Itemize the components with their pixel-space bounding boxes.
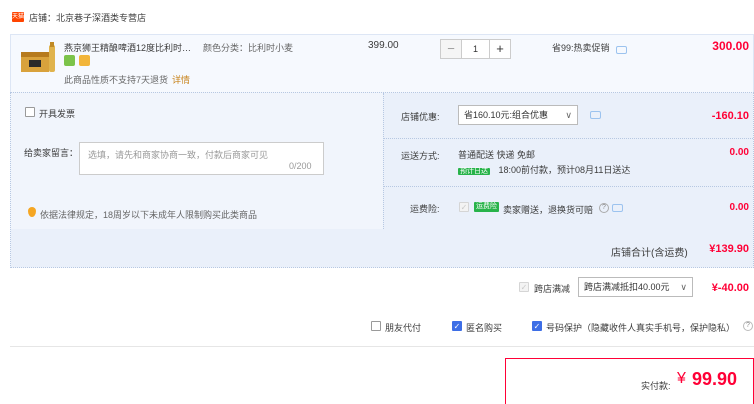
friend-pay-checkbox[interactable]	[371, 321, 381, 331]
invoice-label: 开具发票	[39, 109, 76, 119]
eta-text: 18:00前付款，预计08月11日送达	[498, 165, 631, 175]
quantity-input[interactable]: 1	[462, 40, 489, 58]
freight-insurance-fee: 0.00	[729, 202, 749, 213]
payment-label: 实付款:	[641, 381, 671, 391]
store-total-label: 店铺合计(含运费)	[611, 248, 688, 259]
payment-amount: 99.90	[692, 369, 738, 389]
divider	[383, 138, 753, 139]
freight-insurance-tag: 运费险	[474, 202, 499, 212]
divider	[383, 186, 753, 187]
chat-icon[interactable]	[590, 111, 601, 119]
age-warning: 依据法律规定，18周岁以下未成年人限制购买此类商品	[40, 210, 258, 220]
shipping-fee: 0.00	[729, 147, 749, 158]
friend-pay-label: 朋友代付	[385, 323, 422, 333]
product-thumbnail[interactable]	[19, 42, 59, 74]
currency-symbol: ¥	[677, 370, 686, 387]
chat-icon[interactable]	[616, 46, 627, 54]
cross-store-label: 跨店满减	[534, 284, 571, 294]
divider	[10, 346, 754, 347]
chevron-down-icon: ∨	[680, 282, 687, 292]
tmall-icon: 天猫	[12, 12, 25, 22]
return-policy-text: 此商品性质不支持7天退货	[64, 75, 169, 85]
invoice-checkbox[interactable]	[25, 107, 35, 117]
number-protect-checkbox[interactable]: ✓	[532, 321, 542, 331]
item-total: 300.00	[712, 39, 749, 53]
chat-icon[interactable]	[612, 204, 623, 212]
unit-price: 399.00	[368, 40, 399, 51]
anonymous-checkbox[interactable]: ✓	[452, 321, 462, 331]
decrease-button[interactable]: −	[441, 40, 462, 58]
return-policy-note: 此商品性质不支持7天退货 详情	[64, 73, 190, 86]
store-discount-value: 省160.10元:组合优惠	[464, 110, 549, 120]
help-icon[interactable]: ?	[743, 321, 753, 331]
store-discount-label: 店铺优惠:	[401, 112, 440, 122]
cross-store-checkbox[interactable]: ✓	[519, 282, 529, 292]
store-total-amount: ¥139.90	[709, 243, 749, 255]
store-discount-amount: -160.10	[711, 110, 749, 122]
shipping-method: 普通配送 快递 免邮	[458, 150, 536, 160]
store-discount-select[interactable]: 省160.10元:组合优惠 ∨	[458, 105, 578, 125]
divider	[383, 93, 384, 229]
service-badge-icon	[64, 55, 75, 66]
freight-insurance-label: 运费险:	[410, 204, 440, 214]
product-spec: 颜色分类：比利时小麦	[203, 43, 294, 53]
quantity-stepper: − 1 +	[440, 39, 511, 59]
help-icon[interactable]: ?	[599, 203, 609, 213]
memo-placeholder: 选填，请先和商家协商一致，付款后商家可见	[88, 150, 269, 160]
increase-button[interactable]: +	[489, 40, 510, 58]
anonymous-label: 匿名购买	[466, 323, 503, 333]
shipping-label: 运送方式:	[401, 151, 440, 161]
promo-note: 省99:热卖促销	[552, 43, 610, 53]
number-protect-label: 号码保护（隐藏收件人真实手机号，保护隐私）	[546, 323, 736, 333]
cross-store-value: 跨店满减抵扣40.00元	[584, 282, 670, 292]
cross-store-select[interactable]: 跨店满减抵扣40.00元 ∨	[578, 277, 693, 297]
return-policy-link[interactable]: 详情	[172, 75, 190, 85]
store-name[interactable]: 店铺：北京巷子深酒类专营店	[29, 11, 146, 24]
memo-char-count: 0/200	[289, 161, 312, 171]
freight-insurance-desc: 卖家赠送，退换货可赔	[503, 205, 594, 215]
shipping-eta: 预计日达 18:00前付款，预计08月11日送达	[458, 163, 630, 177]
memo-label: 给卖家留言：	[24, 148, 79, 158]
credit-card-icon	[79, 55, 90, 66]
chevron-down-icon: ∨	[565, 110, 572, 120]
cross-store-amount: ¥-40.00	[711, 282, 749, 294]
product-title[interactable]: 燕京狮王精酿啤酒12度比利时…	[64, 41, 196, 54]
freight-insurance-checkbox[interactable]: ✓	[459, 202, 469, 212]
eta-tag: 预计日达	[458, 168, 490, 175]
